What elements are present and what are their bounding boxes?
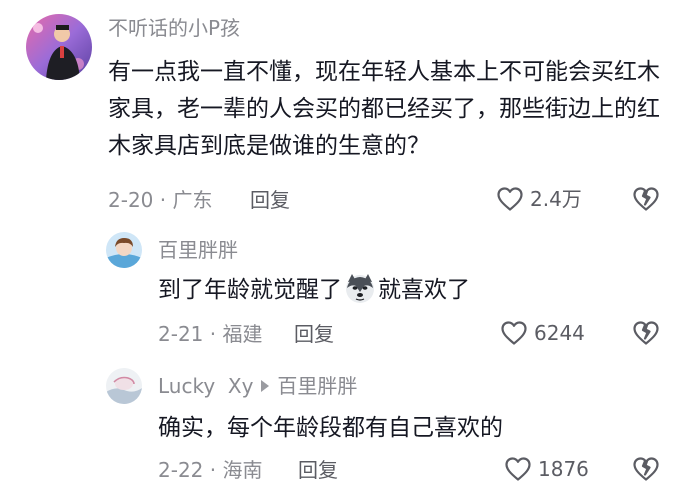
comment-text-part: 到了年龄就觉醒了 bbox=[158, 277, 342, 303]
comment-text: 确实，每个年龄段都有自己喜欢的 bbox=[158, 415, 503, 441]
comment-meta: 2-22 · 海南 bbox=[158, 458, 263, 482]
comment-text: 到了年龄就觉醒了 就喜欢了 bbox=[158, 272, 658, 309]
comment-username[interactable]: 百里胖胖 bbox=[158, 238, 238, 262]
heart-outline-icon bbox=[501, 321, 527, 345]
broken-heart-icon bbox=[633, 321, 659, 345]
avatar[interactable] bbox=[106, 232, 142, 268]
reply-button[interactable]: 回复 bbox=[294, 322, 334, 346]
comment-username-text[interactable]: Lucky Xy bbox=[158, 374, 253, 398]
like-button[interactable]: 2.4万 bbox=[496, 186, 582, 212]
dislike-button[interactable] bbox=[632, 186, 660, 212]
dislike-button[interactable] bbox=[632, 320, 660, 346]
dislike-button[interactable] bbox=[632, 456, 660, 482]
broken-heart-icon bbox=[633, 457, 659, 481]
reply-to-username[interactable]: 百里胖胖 bbox=[277, 374, 357, 398]
avatar[interactable] bbox=[106, 368, 142, 404]
reply-button[interactable]: 回复 bbox=[298, 458, 338, 482]
heart-outline-icon bbox=[505, 457, 531, 481]
comment-meta: 2-21 · 福建 bbox=[158, 322, 263, 346]
reply-button[interactable]: 回复 bbox=[250, 188, 290, 212]
reply-arrow-icon bbox=[261, 379, 270, 392]
broken-heart-icon bbox=[633, 187, 659, 211]
comment-text-part: 就喜欢了 bbox=[378, 277, 470, 303]
avatar[interactable] bbox=[26, 14, 92, 80]
like-count: 6244 bbox=[534, 321, 585, 345]
like-button[interactable]: 6244 bbox=[500, 320, 585, 346]
like-count: 2.4万 bbox=[530, 187, 582, 211]
husky-emoji bbox=[344, 272, 376, 304]
comment-username[interactable]: 不听话的小P孩 bbox=[108, 16, 240, 40]
comment-username: Lucky Xy 百里胖胖 bbox=[158, 374, 357, 398]
comment-meta: 2-20 · 广东 bbox=[108, 188, 213, 212]
comment-text: 有一点我一直不懂，现在年轻人基本上不可能会买红木家具，老一辈的人会买的都已经买了… bbox=[108, 59, 660, 159]
like-button[interactable]: 1876 bbox=[504, 456, 589, 482]
heart-outline-icon bbox=[497, 187, 523, 211]
like-count: 1876 bbox=[538, 457, 589, 481]
